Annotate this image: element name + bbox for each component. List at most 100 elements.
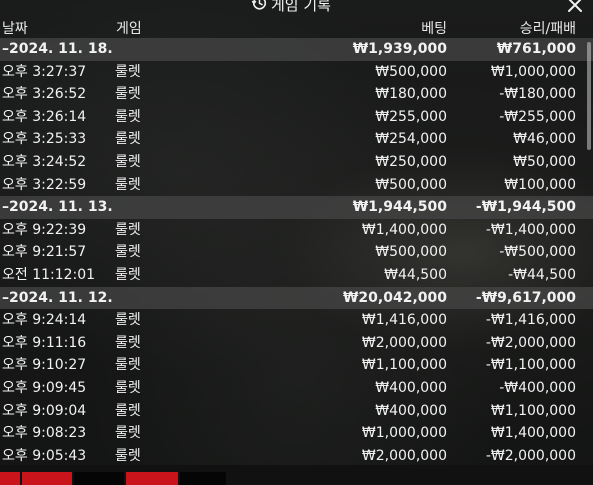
row-bet: ₩500,000 (375, 63, 447, 80)
row-result: -₩2,000,000 (485, 334, 576, 351)
table-row[interactable]: 오후 9:08:23 룰렛 ₩1,000,000 ₩1,400,000 (0, 422, 593, 445)
table-row[interactable]: 오후 3:24:52 룰렛 ₩250,000 ₩50,000 (0, 151, 593, 174)
row-bet: ₩400,000 (375, 379, 447, 396)
row-game: 룰렛 (115, 447, 141, 464)
row-result: ₩1,000,000 (490, 63, 576, 80)
modal-titlebar: 게임 기록 (0, 0, 593, 14)
modal-title: 게임 기록 (251, 0, 331, 15)
table-row[interactable]: 오후 9:05:43 룰렛 ₩2,000,000 -₩2,000,000 (0, 445, 593, 468)
date-group-row[interactable]: –2024. 11. 13. ₩1,944,500 -₩1,944,500 (0, 196, 593, 219)
row-result: -₩1,416,000 (485, 312, 576, 329)
table-row[interactable]: 오후 9:24:14 룰렛 ₩1,416,000 -₩1,416,000 (0, 309, 593, 332)
row-result: -₩44,500 (508, 266, 576, 283)
table-row[interactable]: 오후 3:26:52 룰렛 ₩180,000 -₩180,000 (0, 83, 593, 106)
table-row[interactable]: 오후 9:22:39 룰렛 ₩1,400,000 -₩1,400,000 (0, 219, 593, 242)
row-result: -₩500,000 (499, 244, 576, 261)
column-header-date[interactable]: 날짜 (2, 18, 28, 38)
row-game: 룰렛 (115, 131, 141, 148)
row-result: -₩400,000 (499, 379, 576, 396)
row-game: 룰렛 (115, 108, 141, 125)
group-bet-total: ₩20,042,000 (342, 289, 447, 306)
column-header-bet[interactable]: 베팅 (421, 18, 447, 38)
bottom-roulette-strip (0, 465, 593, 485)
close-icon[interactable] (566, 0, 584, 14)
row-bet: ₩1,100,000 (361, 357, 447, 374)
row-game: 룰렛 (115, 312, 141, 329)
column-header-game[interactable]: 게임 (116, 18, 142, 38)
row-time: 오후 9:21:57 (2, 244, 87, 261)
row-result: -₩255,000 (499, 108, 576, 125)
row-bet: ₩44,500 (384, 266, 447, 283)
strip-tile (74, 472, 124, 485)
row-result: ₩1,400,000 (490, 425, 576, 442)
table-row[interactable]: 오후 9:11:16 룰렛 ₩2,000,000 -₩2,000,000 (0, 332, 593, 355)
table-row[interactable]: 오후 3:27:37 룰렛 ₩500,000 ₩1,000,000 (0, 61, 593, 84)
row-time: 오후 9:22:39 (2, 221, 87, 238)
scrollbar-thumb[interactable] (587, 42, 591, 150)
row-bet: ₩1,400,000 (361, 221, 447, 238)
group-win-total: -₩1,944,500 (475, 199, 576, 216)
table-header: 날짜 게임 베팅 승리/패배 (0, 18, 593, 38)
row-result: -₩1,400,000 (485, 221, 576, 238)
group-date: –2024. 11. 13. (2, 199, 113, 216)
row-result: -₩180,000 (499, 86, 576, 103)
strip-tile (180, 472, 226, 485)
row-game: 룰렛 (115, 425, 141, 442)
row-game: 룰렛 (115, 221, 141, 238)
row-result: -₩2,000,000 (485, 447, 576, 464)
row-game: 룰렛 (115, 153, 141, 170)
row-time: 오후 3:24:52 (2, 153, 87, 170)
row-bet: ₩2,000,000 (361, 447, 447, 464)
table-row[interactable]: 오전 11:12:01 룰렛 ₩44,500 -₩44,500 (0, 264, 593, 287)
row-bet: ₩2,000,000 (361, 334, 447, 351)
row-result: ₩50,000 (513, 153, 576, 170)
row-result: ₩1,100,000 (490, 402, 576, 419)
row-result: -₩1,100,000 (485, 357, 576, 374)
row-bet: ₩255,000 (375, 108, 447, 125)
row-game: 룰렛 (115, 63, 141, 80)
group-date: –2024. 11. 12. (2, 289, 113, 306)
table-row[interactable]: 오후 9:09:45 룰렛 ₩400,000 -₩400,000 (0, 377, 593, 400)
row-time: 오후 3:25:33 (2, 131, 87, 148)
row-time: 오후 3:22:59 (2, 176, 87, 193)
row-game: 룰렛 (115, 86, 141, 103)
row-bet: ₩1,000,000 (361, 425, 447, 442)
row-time: 오후 9:08:23 (2, 425, 87, 442)
column-header-win-loss[interactable]: 승리/패배 (520, 18, 576, 38)
row-game: 룰렛 (115, 266, 141, 283)
row-time: 오후 3:26:52 (2, 86, 87, 103)
row-time: 오후 3:26:14 (2, 108, 87, 125)
row-bet: ₩254,000 (375, 131, 447, 148)
row-game: 룰렛 (115, 357, 141, 374)
row-time: 오후 9:09:04 (2, 402, 87, 419)
row-game: 룰렛 (115, 402, 141, 419)
row-result: ₩100,000 (504, 176, 576, 193)
group-date: –2024. 11. 18. (2, 41, 113, 57)
row-bet: ₩500,000 (375, 176, 447, 193)
row-game: 룰렛 (115, 334, 141, 351)
row-time: 오후 9:05:43 (2, 447, 87, 464)
row-time: 오후 9:24:14 (2, 312, 87, 329)
date-group-row[interactable]: –2024. 11. 18. ₩1,939,000 ₩761,000 (0, 38, 593, 61)
strip-tile (22, 472, 72, 485)
strip-tile (126, 472, 178, 485)
row-time: 오전 11:12:01 (2, 266, 96, 283)
row-time: 오후 3:27:37 (2, 63, 87, 80)
table-row[interactable]: 오후 9:09:04 룰렛 ₩400,000 ₩1,100,000 (0, 400, 593, 423)
table-row[interactable]: 오후 9:21:57 룰렛 ₩500,000 -₩500,000 (0, 241, 593, 264)
table-row[interactable]: 오후 9:10:27 룰렛 ₩1,100,000 -₩1,100,000 (0, 354, 593, 377)
group-bet-total: ₩1,939,000 (352, 41, 447, 57)
row-bet: ₩180,000 (375, 86, 447, 103)
history-table: –2024. 11. 18. ₩1,939,000 ₩761,000 오후 3:27:… (0, 38, 593, 467)
history-clock-icon (251, 0, 267, 15)
group-bet-total: ₩1,944,500 (352, 199, 447, 216)
row-time: 오후 9:09:45 (2, 379, 87, 396)
row-result: ₩46,000 (513, 131, 576, 148)
table-row[interactable]: 오후 3:22:59 룰렛 ₩500,000 ₩100,000 (0, 174, 593, 197)
table-row[interactable]: 오후 3:25:33 룰렛 ₩254,000 ₩46,000 (0, 128, 593, 151)
row-bet: ₩250,000 (375, 153, 447, 170)
table-row[interactable]: 오후 3:26:14 룰렛 ₩255,000 -₩255,000 (0, 106, 593, 129)
group-win-total: ₩761,000 (496, 41, 576, 57)
row-time: 오후 9:10:27 (2, 357, 87, 374)
date-group-row[interactable]: –2024. 11. 12. ₩20,042,000 -₩9,617,000 (0, 286, 593, 310)
